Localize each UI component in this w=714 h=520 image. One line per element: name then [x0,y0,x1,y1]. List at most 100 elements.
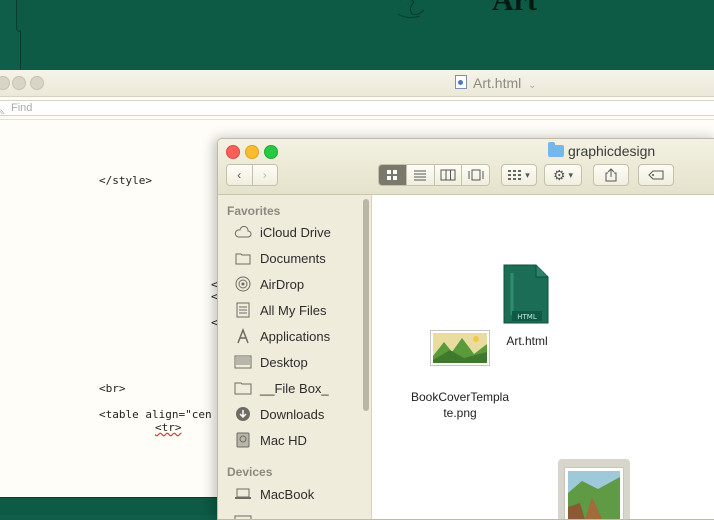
close-button[interactable] [0,76,10,90]
file-name-bookcover[interactable]: BookCoverTempla te.png [400,389,520,421]
file-item-selected-image[interactable] [558,459,630,520]
sidebar-item-label: Mac HD [260,433,307,448]
sidebar-item-label: AirDrop [260,277,304,292]
finder-title-label: graphicdesign [568,143,655,159]
sidebar-item-label: __File Box_ [260,381,329,396]
sidebar-item-all-my-files[interactable]: All My Files [234,299,326,321]
close-button[interactable] [226,145,240,159]
airdrop-icon [234,276,252,292]
desktop-icon [234,354,252,370]
sidebar-item-macbook[interactable]: MacBook [234,483,314,505]
html-file-icon [455,75,467,89]
editor-titlebar[interactable]: Art.html ⌄ [0,70,714,97]
code-line[interactable]: <table align="cen [99,408,212,421]
folder-icon [234,380,252,396]
icon-view-button[interactable] [379,165,407,185]
sidebar-item-label: iCloud Drive [260,225,331,240]
zoom-button[interactable] [30,76,44,90]
sidebar-item-applications[interactable]: Applications [234,325,330,347]
cover-flow-button[interactable] [462,165,489,185]
chevron-right-icon: › [263,168,267,182]
arrange-button[interactable]: ▾ [501,164,537,186]
action-button[interactable]: ⚙ ▾ [544,164,582,186]
columns-icon [440,169,456,181]
code-line[interactable]: <tr> [155,421,182,434]
sidebar-item-airdrop[interactable]: AirDrop [234,273,304,295]
background-page-panel [20,30,714,71]
code-line[interactable]: </style> [99,174,152,187]
all-files-icon [234,302,252,318]
cloud-icon [234,224,252,240]
sidebar-item-label: Applications [260,329,330,344]
chevron-down-icon: ⌄ [528,80,536,91]
html-file-icon: HTML [502,263,550,325]
minimize-button[interactable] [12,76,26,90]
sidebar-item-label: All My Files [260,303,326,318]
sidebar-item-file-box[interactable]: __File Box_ [234,377,329,399]
chevron-down-icon: ▾ [569,170,574,181]
background-heading: Art [492,0,537,18]
html-badge: HTML [517,313,537,321]
list-icon [413,169,427,181]
file-name-line: BookCoverTempla [400,389,520,405]
view-mode-buttons [378,164,490,186]
zoom-button[interactable] [264,145,278,159]
devices-heading: Devices [227,465,272,479]
chevron-left-icon: ‹ [237,168,241,182]
find-bar: 🔍︎ Find [0,97,714,120]
arrange-icon [508,170,522,180]
list-view-button[interactable] [407,165,435,185]
finder-toolbar: graphicdesign ‹ › ▾ ⚙ ▾ [218,139,714,195]
tag-icon [648,170,664,180]
find-placeholder: Find [11,102,32,114]
laptop-icon [234,486,252,502]
sidebar-item-documents[interactable]: Documents [234,247,326,269]
downloads-icon [234,406,252,422]
favorites-heading: Favorites [227,204,280,218]
sidebar-scrollbar[interactable] [363,199,369,411]
column-view-button[interactable] [435,165,463,185]
editor-title[interactable]: Art.html ⌄ [455,75,537,91]
finder-sidebar: Favorites iCloud Drive Documents AirDrop… [218,195,372,520]
icon-grid-icon [386,169,398,181]
sidebar-item-desktop[interactable]: Desktop [234,351,308,373]
navigation-buttons: ‹ › [226,164,278,186]
sidebar-item-partial[interactable] [234,509,260,520]
gear-icon: ⚙ [553,167,566,184]
file-item-art-html[interactable]: HTML [502,263,552,327]
background-page-header [16,0,714,32]
editor-title-label: Art.html [473,75,521,91]
file-name-art-html[interactable]: Art.html [477,333,577,349]
sidebar-item-label: MacBook [260,487,314,502]
folder-icon [548,145,564,157]
file-item-bookcover[interactable] [430,330,490,366]
find-input[interactable]: 🔍︎ Find [0,100,714,116]
sidebar-item-icloud-drive[interactable]: iCloud Drive [234,221,331,243]
cover-flow-icon [467,169,485,181]
finder-title: graphicdesign [548,143,655,159]
image-thumbnail-icon [564,467,624,520]
finder-window: graphicdesign ‹ › ▾ ⚙ ▾ [217,138,714,520]
documents-icon [234,250,252,266]
disk-icon [234,512,252,520]
background-logo [394,0,440,22]
search-icon: 🔍︎ [0,102,5,115]
share-button[interactable] [593,164,629,186]
applications-icon [234,328,252,344]
minimize-button[interactable] [245,145,259,159]
back-button[interactable]: ‹ [227,165,253,185]
sidebar-item-label: Documents [260,251,326,266]
tags-button[interactable] [638,164,674,186]
finder-content: HTML Art.html BookCoverTempla te.png [372,195,714,520]
file-name-line: te.png [400,405,520,421]
sidebar-item-label: Downloads [260,407,324,422]
sidebar-item-downloads[interactable]: Downloads [234,403,324,425]
sidebar-item-mac-hd[interactable]: Mac HD [234,429,307,451]
share-icon [605,168,617,182]
hard-drive-icon [234,432,252,448]
image-thumbnail-icon [430,330,490,366]
sidebar-item-label: Desktop [260,355,308,370]
code-line[interactable]: <br> [99,382,126,395]
forward-button[interactable]: › [253,165,278,185]
chevron-down-icon: ▾ [525,170,530,181]
